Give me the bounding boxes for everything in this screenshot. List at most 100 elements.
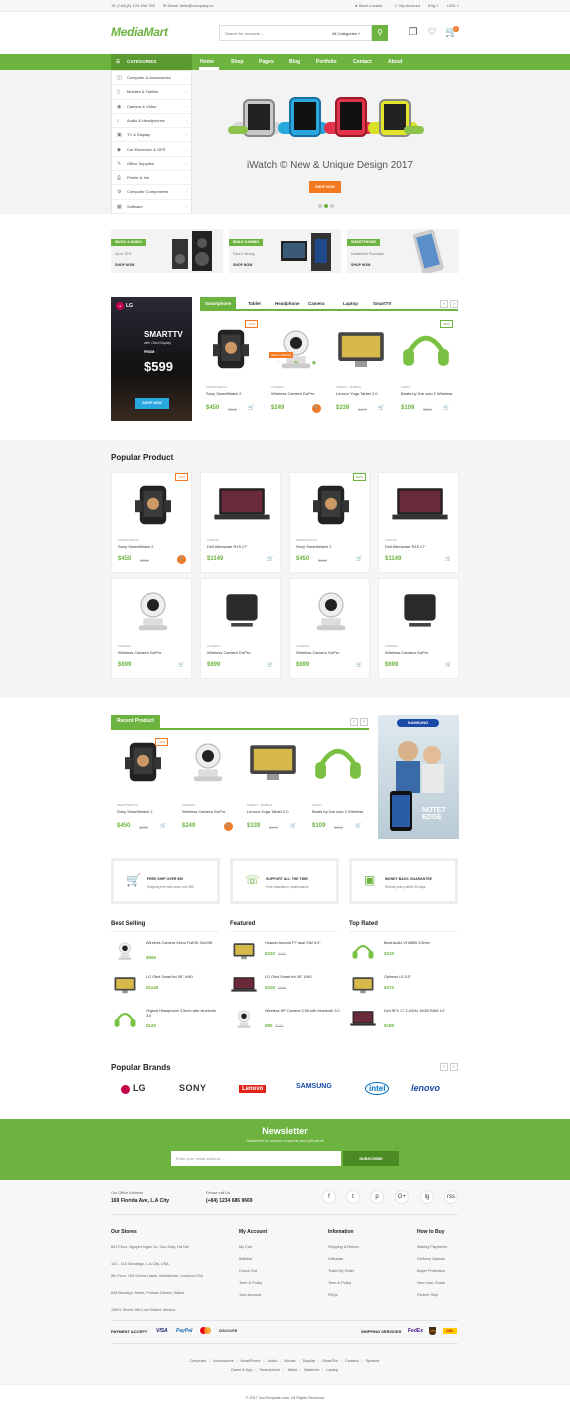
- add-to-cart-button[interactable]: 🛒: [266, 555, 275, 564]
- footer-link[interactable]: Shipping & Return: [328, 1245, 359, 1249]
- nav-portfolio[interactable]: Portfolio: [316, 54, 337, 70]
- footer-link[interactable]: New User Guide: [417, 1281, 445, 1285]
- tabs-prev-button[interactable]: ‹: [440, 300, 448, 308]
- category-item[interactable]: ◆ Car Electronic & GPS ›: [112, 143, 191, 157]
- footer-tag-link[interactable]: Camera: [345, 1359, 359, 1363]
- product-card[interactable]: -40% SMARTWATCH Sony SmartWatch 2 $450 $550 🛒: [111, 734, 174, 840]
- samsung-ad[interactable]: SAMSUNG NOTE7 EDGE: [378, 715, 459, 839]
- category-item[interactable]: ⚙ Computer Components ›: [112, 185, 191, 200]
- footer-link[interactable]: 141 - 114 Sandiago, L.A City, USA: [111, 1262, 169, 1266]
- product-name[interactable]: Sony SmartWatch 2: [117, 809, 172, 814]
- footer-tag-link[interactable]: Smartphone: [260, 1368, 281, 1372]
- product-name[interactable]: Beats by Dre solo 2 Wireless: [312, 809, 367, 814]
- list-item-image[interactable]: [111, 1008, 139, 1032]
- brands-next-button[interactable]: ›: [450, 1063, 458, 1071]
- list-item[interactable]: Optimus L5 5.5" $370: [349, 974, 459, 1004]
- product-image[interactable]: [212, 587, 272, 637]
- footer-link[interactable]: Term & Policy: [328, 1281, 351, 1285]
- footer-tag-link[interactable]: Accessories: [213, 1359, 233, 1363]
- product-image[interactable]: [390, 587, 450, 637]
- add-to-cart-button[interactable]: 🛒: [312, 404, 321, 413]
- add-to-cart-button[interactable]: 🛒: [355, 555, 364, 564]
- slider-dot[interactable]: [318, 204, 322, 208]
- product-card[interactable]: CAMERA Wireless Camera GoPro $249 🛒: [176, 734, 239, 840]
- list-item-image[interactable]: [230, 1008, 258, 1032]
- add-to-cart-button[interactable]: 🛒: [159, 822, 168, 831]
- add-to-cart-button[interactable]: 🛒: [355, 661, 364, 670]
- list-item-image[interactable]: [111, 940, 139, 964]
- compare-icon[interactable]: ⇆: [294, 360, 298, 370]
- list-item-image[interactable]: [230, 974, 258, 998]
- my-account-link[interactable]: ☺ My Account: [394, 3, 420, 8]
- list-item-name[interactable]: LG Oled Smart tivi 55" UHD: [265, 975, 340, 980]
- footer-tag-link[interactable]: Batteries: [304, 1368, 319, 1372]
- nav-contact[interactable]: Contact: [353, 54, 372, 70]
- product-name[interactable]: Wireless Camera GoPro: [182, 809, 237, 814]
- product-card[interactable]: AUDIO Beats by Dre solo 2 Wireless $109 $28…: [306, 734, 369, 840]
- product-name[interactable]: Wireless Camera GoPro: [207, 650, 280, 655]
- product-name[interactable]: Lenovo Yoga Tablet 2.0: [336, 391, 390, 396]
- product-name[interactable]: Dell Alienware R15 17": [207, 544, 280, 549]
- banner-gaming[interactable]: BUILD GAMING Fast & Strong SHOP NOW: [229, 229, 341, 273]
- product-name[interactable]: Wireless Camera GoPro: [271, 391, 325, 396]
- wishlist-icon[interactable]: ♡: [426, 27, 438, 39]
- category-item[interactable]: ♪ Audio & Headphones ›: [112, 114, 191, 129]
- instagram-icon[interactable]: ig: [420, 1190, 434, 1204]
- product-name[interactable]: Wireless Camera GoPro: [296, 650, 369, 655]
- tab-smartphone[interactable]: Smartphone: [200, 297, 237, 310]
- search-category-select[interactable]: All Categories ˅: [332, 31, 360, 36]
- brand-lg[interactable]: LG: [133, 1083, 146, 1093]
- product-name[interactable]: Beats by Dre solo 2 Wireless: [401, 391, 455, 396]
- list-item[interactable]: LG Oled Smart tivi 55" UHD $426 $699: [230, 974, 340, 1004]
- product-image[interactable]: [212, 481, 272, 531]
- quickview-icon[interactable]: ◉: [312, 360, 316, 370]
- product-card[interactable]: NEW AUDIO Beats by Dre solo 2 Wireless $109…: [395, 315, 457, 421]
- footer-tag-link[interactable]: Speaker: [366, 1359, 380, 1363]
- product-card[interactable]: NEW SMARTWATCH Sony SmartWatch 2 $450 $550 🛒: [289, 472, 370, 573]
- list-item[interactable]: LG Oled Smart tivi 55" UHD $1149: [111, 974, 221, 1004]
- brand-sony[interactable]: SONY: [179, 1083, 207, 1093]
- add-to-cart-button[interactable]: 🛒: [289, 822, 298, 831]
- add-to-cart-button[interactable]: 🛒: [377, 404, 386, 413]
- footer-link[interactable]: Check Out: [239, 1269, 257, 1273]
- product-name[interactable]: Wireless Camera GoPro: [385, 650, 458, 655]
- footer-link[interactable]: Giftcards: [328, 1257, 343, 1261]
- nav-shop[interactable]: Shop: [231, 54, 244, 70]
- pinterest-icon[interactable]: p: [370, 1190, 384, 1204]
- top-email[interactable]: ✉ Email: hello@company.co: [163, 3, 213, 8]
- product-image[interactable]: [301, 587, 361, 637]
- footer-tag-link[interactable]: HeadPhone: [240, 1359, 260, 1363]
- footer-link[interactable]: Your Account: [239, 1293, 261, 1297]
- product-card[interactable]: CAMERA Wireless Camera GoPro $699 🛒: [289, 578, 370, 679]
- product-image[interactable]: [396, 325, 456, 375]
- tab-smarttv[interactable]: SmartTV: [368, 297, 397, 310]
- list-item-name[interactable]: Wireless Camera Xiono FullHD 3m/10ft: [146, 941, 221, 946]
- footer-tag-link[interactable]: Display: [303, 1359, 315, 1363]
- wishlist-icon[interactable]: ♡: [276, 360, 280, 370]
- list-item[interactable]: Wireless HP Camera 3.5ft with bluetooth …: [230, 1008, 340, 1038]
- product-card[interactable]: LAPTOP Dell Alienware R15 17" $1149 🛒: [200, 472, 281, 573]
- currency-select[interactable]: USD ˅: [447, 3, 459, 8]
- tab-tablet[interactable]: Tablet: [243, 297, 266, 310]
- list-item-image[interactable]: [349, 1008, 377, 1032]
- add-to-cart-button[interactable]: 🛒: [224, 822, 233, 831]
- footer-link[interactable]: My Cart: [239, 1245, 252, 1249]
- brand-lenovo[interactable]: lenovo: [411, 1083, 440, 1093]
- brand-lenovo-red[interactable]: Lenovo: [239, 1085, 267, 1093]
- list-item-image[interactable]: [349, 974, 377, 998]
- tab-camera[interactable]: Camera: [303, 297, 330, 310]
- language-select[interactable]: Eng ˅: [428, 3, 439, 8]
- subscribe-button[interactable]: SUBSCRIBE: [343, 1151, 399, 1166]
- product-card[interactable]: -40% SMARTWATCH Sony SmartWatch 2 $450 $550 🛒: [200, 315, 262, 421]
- list-item-image[interactable]: [349, 940, 377, 964]
- newsletter-email-input[interactable]: Enter your email address ...: [171, 1151, 341, 1166]
- list-item-name[interactable]: LG Oled Smart tivi 55" UHD: [146, 975, 221, 980]
- footer-link[interactable]: Wishlist: [239, 1257, 252, 1261]
- product-card[interactable]: CAMERA Wireless Camera GoPro $249 🛒 Add to W…: [265, 315, 327, 421]
- category-item[interactable]: ◫ Computer & Accessories ›: [112, 71, 191, 86]
- nav-pages[interactable]: Pages: [259, 54, 274, 70]
- footer-link[interactable]: Track My Order: [328, 1269, 354, 1273]
- product-name[interactable]: Sony SmartWatch 2: [296, 544, 369, 549]
- add-to-cart-button[interactable]: 🛒: [444, 555, 453, 564]
- list-item-name[interactable]: Optimus L5 5.5": [384, 975, 459, 980]
